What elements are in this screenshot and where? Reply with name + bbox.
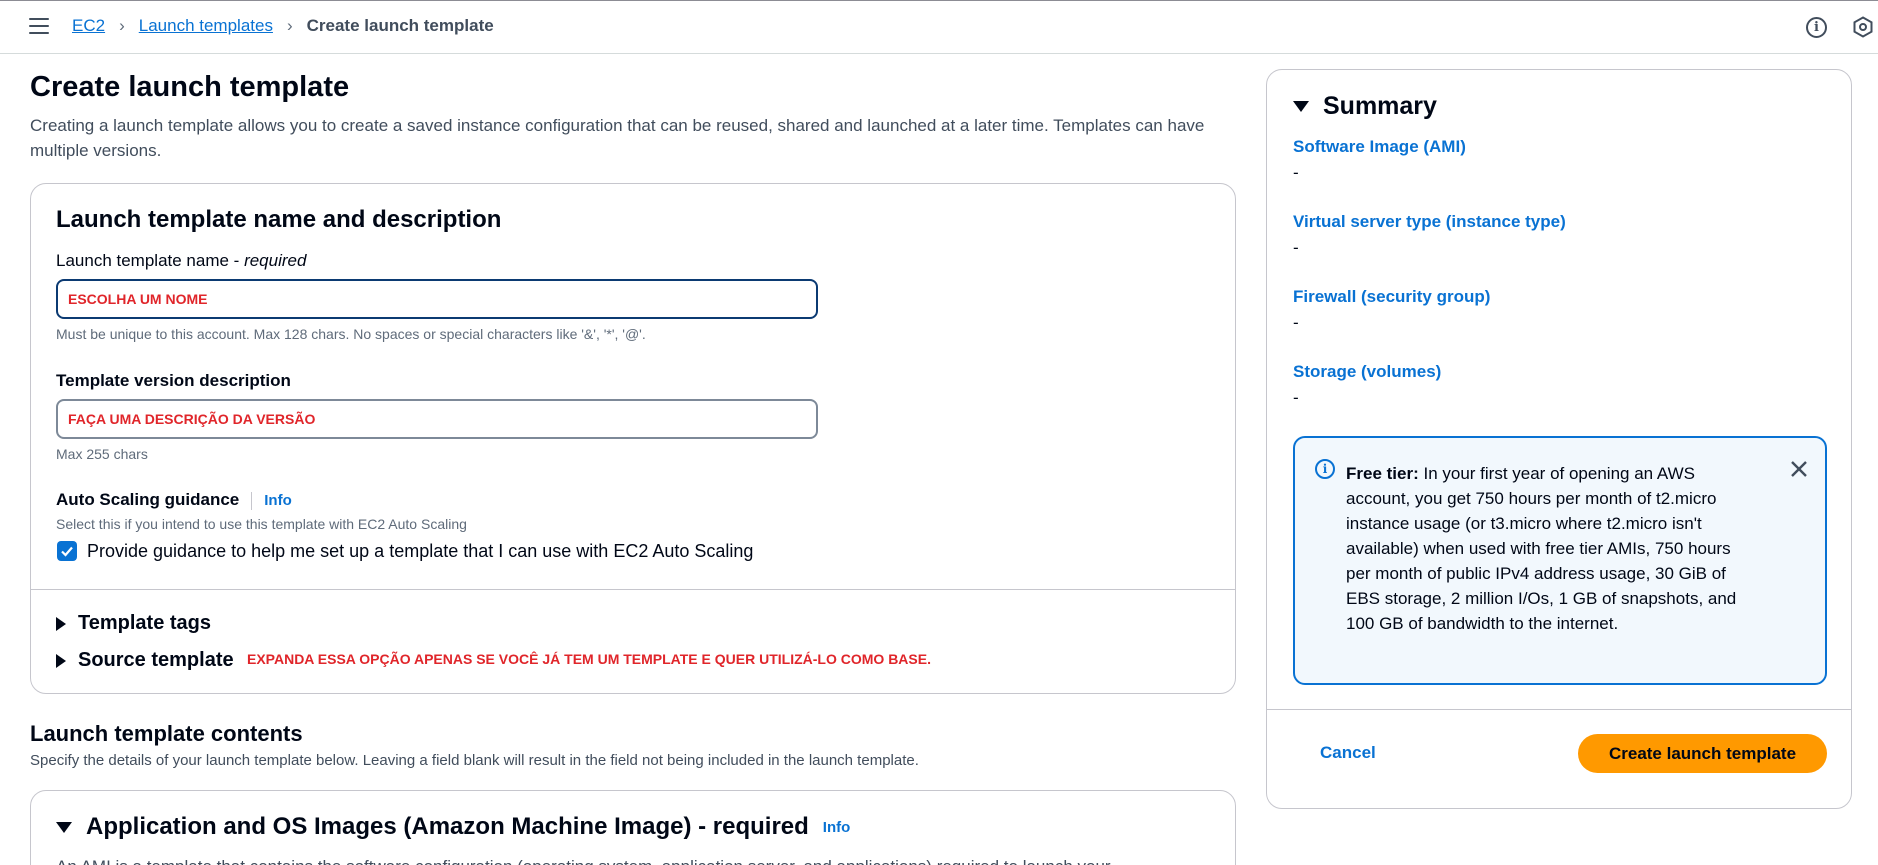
create-launch-template-button[interactable]: Create launch template xyxy=(1578,734,1827,773)
template-tags-expander[interactable]: Template tags xyxy=(56,612,211,635)
autoscaling-checkbox[interactable] xyxy=(57,541,77,561)
summary-firewall-link[interactable]: Firewall (security group) xyxy=(1293,287,1490,307)
ami-panel: Application and OS Images (Amazon Machin… xyxy=(30,790,1236,865)
caret-right-icon xyxy=(56,616,66,631)
source-template-annotation: EXPANDA ESSA OPÇÃO APENAS SE VOCÊ JÁ TEM… xyxy=(247,651,931,667)
version-description-label: Template version description xyxy=(56,371,291,390)
caret-right-icon xyxy=(56,653,66,668)
chevron-right-icon: › xyxy=(119,16,125,35)
source-template-expander[interactable]: Source template xyxy=(56,649,234,672)
ami-expander[interactable]: Application and OS Images (Amazon Machin… xyxy=(56,813,850,841)
caret-down-icon xyxy=(1293,101,1309,112)
separator xyxy=(251,491,253,510)
ami-info-link[interactable]: Info xyxy=(823,819,851,836)
ami-description: An AMI is a template that contains the s… xyxy=(56,857,1111,865)
page-description: Creating a launch template allows you to… xyxy=(30,116,1205,160)
checkmark-icon xyxy=(61,546,73,557)
breadcrumb: EC2 › Launch templates › Create launch t… xyxy=(72,16,494,36)
chevron-right-icon: › xyxy=(286,16,293,35)
summary-storage-link[interactable]: Storage (volumes) xyxy=(1293,362,1441,382)
template-name-label: Launch template name - required xyxy=(56,251,307,270)
summary-storage-value: - xyxy=(1293,388,1299,407)
summary-panel: Summary Software Image (AMI) - Virtual s… xyxy=(1266,69,1852,809)
autoscaling-hint: Select this if you intend to use this te… xyxy=(56,516,467,532)
name-description-panel: Launch template name and description Lau… xyxy=(30,183,1236,694)
close-icon[interactable] xyxy=(1788,458,1810,480)
breadcrumb-current: Create launch template xyxy=(306,16,494,35)
page-title: Create launch template xyxy=(30,71,350,103)
divider xyxy=(31,589,1235,590)
info-icon[interactable]: i xyxy=(1806,17,1827,38)
autoscaling-info-link[interactable]: Info xyxy=(264,492,292,509)
version-description-input[interactable] xyxy=(56,399,818,439)
top-navigation-bar: EC2 › Launch templates › Create launch t… xyxy=(0,0,1878,54)
free-tier-text: Free tier: In your first year of opening… xyxy=(1346,464,1737,633)
summary-expander[interactable]: Summary xyxy=(1293,92,1437,121)
version-description-hint: Max 255 chars xyxy=(56,446,148,462)
caret-down-icon xyxy=(56,821,72,833)
contents-description: Specify the details of your launch templ… xyxy=(30,752,919,769)
contents-title: Launch template contents xyxy=(30,721,303,746)
summary-firewall-value: - xyxy=(1293,313,1299,332)
breadcrumb-ec2[interactable]: EC2 xyxy=(72,16,105,36)
summary-ami-link[interactable]: Software Image (AMI) xyxy=(1293,137,1466,157)
panel-title: Launch template name and description xyxy=(56,206,502,233)
free-tier-alert: i Free tier: In your first year of openi… xyxy=(1293,436,1827,685)
autoscaling-checkbox-label[interactable]: Provide guidance to help me set up a tem… xyxy=(87,541,753,562)
summary-instance-type-link[interactable]: Virtual server type (instance type) xyxy=(1293,212,1566,232)
template-name-input[interactable] xyxy=(56,279,818,319)
summary-ami-value: - xyxy=(1293,163,1299,182)
menu-icon[interactable] xyxy=(29,18,49,36)
divider xyxy=(1267,709,1851,710)
template-name-hint: Must be unique to this account. Max 128 … xyxy=(56,326,646,342)
autoscaling-label: Auto Scaling guidance Info xyxy=(56,490,292,510)
breadcrumb-launch-templates[interactable]: Launch templates xyxy=(139,16,273,36)
cancel-button[interactable]: Cancel xyxy=(1320,743,1376,763)
settings-hex-icon[interactable] xyxy=(1852,16,1874,38)
info-circle-icon: i xyxy=(1315,459,1335,479)
summary-instance-type-value: - xyxy=(1293,238,1299,257)
